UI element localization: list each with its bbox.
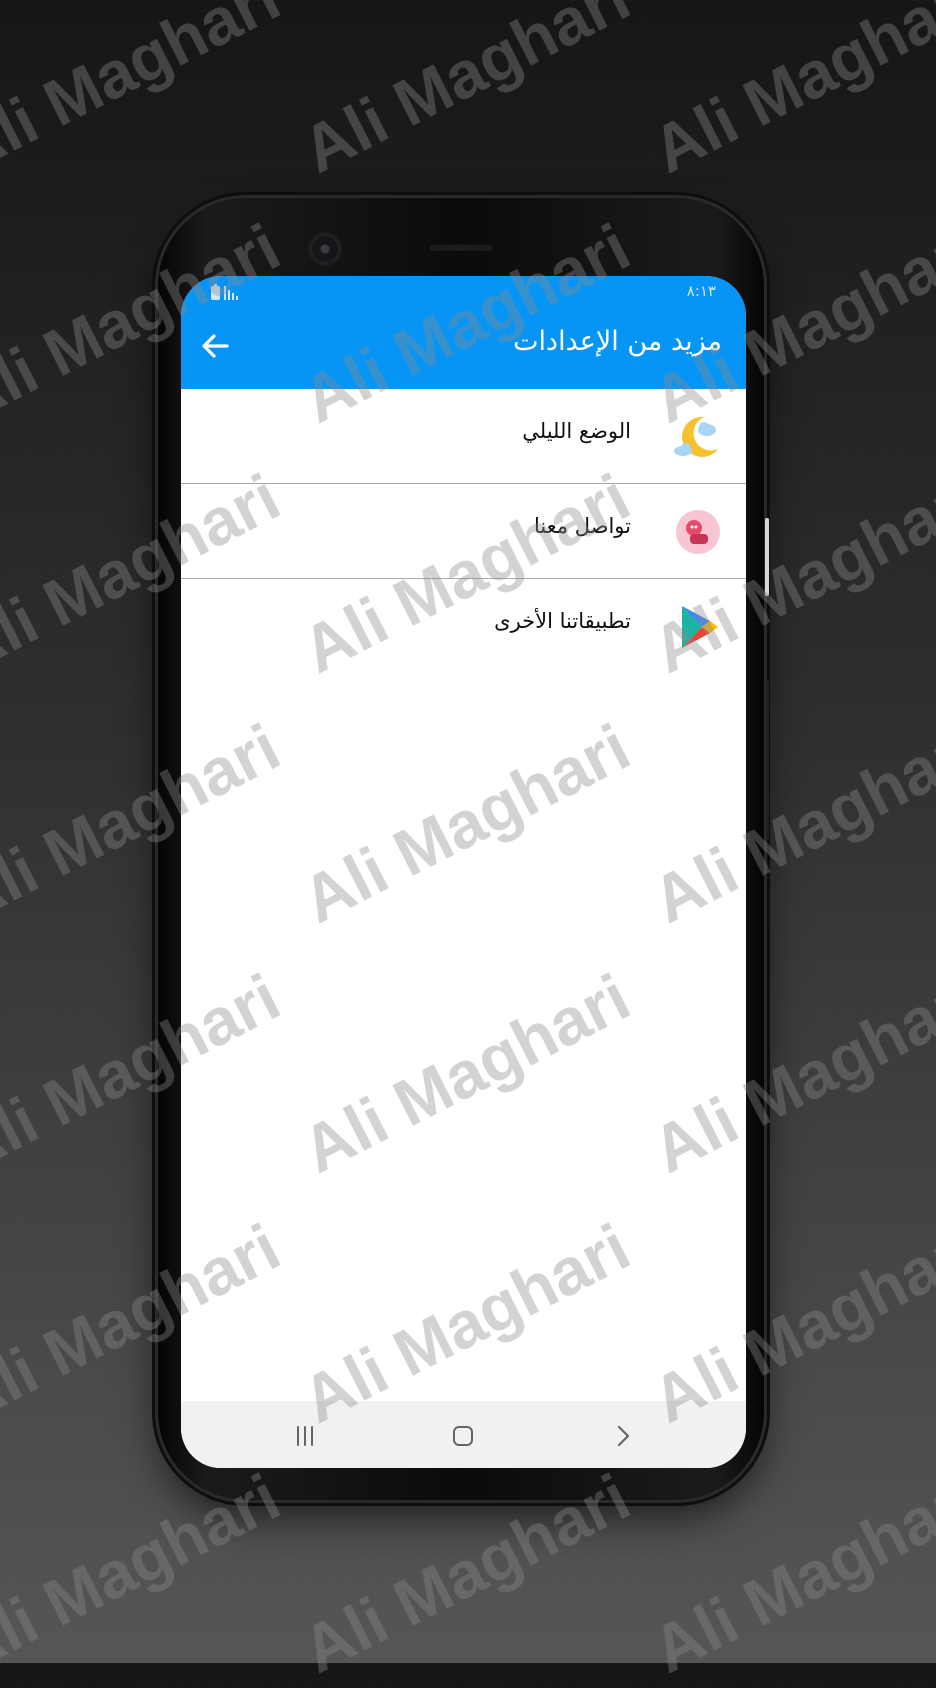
status-icons (211, 284, 238, 300)
menu-item-contact-us[interactable]: تواصل معنا (181, 484, 746, 579)
battery-icon (211, 284, 220, 300)
front-camera (310, 234, 340, 264)
earpiece-speaker (428, 243, 494, 251)
app-bar: ٨:١٣ مزيد من الإعدادات (181, 276, 746, 389)
watermark-text: Ali Maghari (290, 0, 641, 187)
play-store-icon (682, 606, 718, 648)
system-nav-bar (181, 1401, 746, 1468)
chevron-right-icon[interactable] (608, 1421, 638, 1451)
menu-item-label: الوضع الليلي (522, 419, 631, 443)
watermark-text: Ali Maghari (0, 0, 291, 187)
phone-screen: ٨:١٣ مزيد من الإعدادات الوضع الليلي تواص… (181, 276, 746, 1468)
arrow-left-icon (202, 334, 229, 358)
menu-item-night-mode[interactable]: الوضع الليلي (181, 389, 746, 484)
contact-chat-icon (676, 510, 720, 554)
volume-button (766, 680, 769, 840)
page-title: مزيد من الإعدادات (513, 326, 722, 357)
recents-icon[interactable] (290, 1421, 320, 1451)
power-button (765, 518, 769, 596)
signal-icon (224, 286, 238, 300)
moon-cloud-icon (674, 416, 718, 457)
menu-item-other-apps[interactable]: تطبيقاتنا الأخرى (181, 579, 746, 674)
menu-item-label: تطبيقاتنا الأخرى (494, 609, 631, 633)
status-time: ٨:١٣ (686, 282, 716, 300)
watermark-text: Ali Maghari (640, 0, 936, 187)
back-button[interactable] (197, 328, 233, 364)
home-icon[interactable] (448, 1421, 478, 1451)
menu-item-label: تواصل معنا (533, 514, 631, 538)
